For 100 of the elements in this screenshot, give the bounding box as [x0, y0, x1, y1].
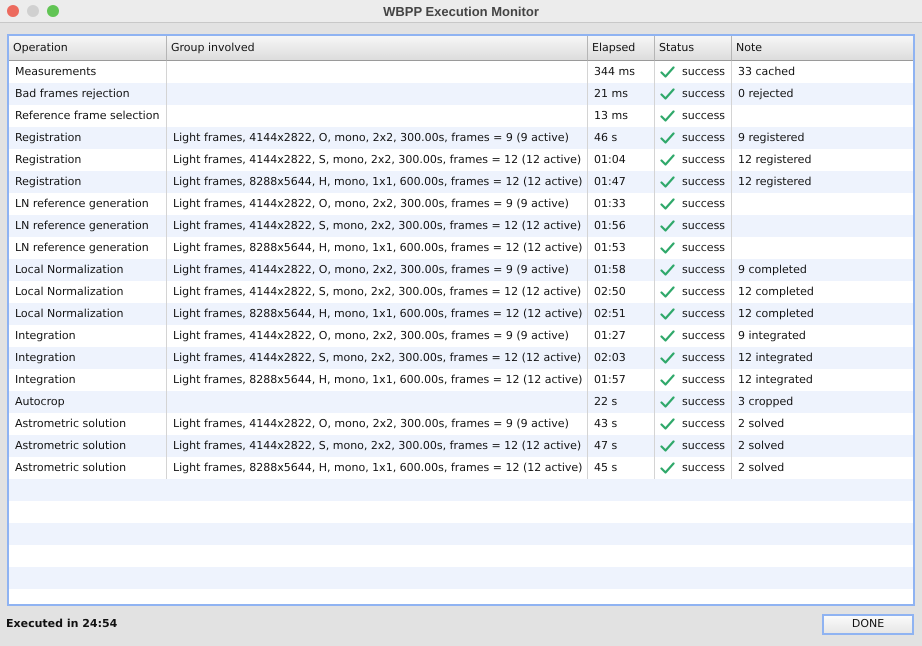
elapsed-cell-text: 01:04 — [594, 152, 626, 168]
elapsed-cell-text: 47 s — [594, 438, 618, 454]
note-cell-text: 12 completed — [738, 284, 814, 300]
group-cell-text: Light frames, 4144x2822, S, mono, 2x2, 300.00s, frames = 12 (12 active) — [173, 152, 582, 168]
checkmark-icon — [660, 176, 675, 188]
status-text: success — [682, 350, 726, 366]
operation-cell-text: LN reference generation — [15, 240, 149, 256]
column-header[interactable]: Status — [655, 36, 732, 61]
column-header[interactable]: Operation — [9, 36, 167, 61]
operation-cell-text: Astrometric solution — [15, 416, 126, 432]
elapsed-cell-text: 01:57 — [594, 372, 626, 388]
status-text: success — [682, 174, 726, 190]
checkmark-icon — [660, 66, 675, 78]
group-cell-text: Light frames, 4144x2822, S, mono, 2x2, 300.00s, frames = 12 (12 active) — [173, 218, 582, 234]
elapsed-cell-text: 01:53 — [594, 240, 626, 256]
operation-cell-text: Registration — [15, 174, 82, 190]
status-text: success — [682, 372, 726, 388]
group-cell-text: Light frames, 4144x2822, S, mono, 2x2, 300.00s, frames = 12 (12 active) — [173, 350, 582, 366]
elapsed-cell-text: 46 s — [594, 130, 618, 146]
done-button[interactable]: DONE — [822, 614, 914, 634]
elapsed-cell-text: 01:27 — [594, 328, 626, 344]
checkmark-icon — [660, 352, 675, 364]
note-cell-text: 12 registered — [738, 152, 812, 168]
checkmark-icon — [660, 264, 675, 276]
group-cell-text: Light frames, 8288x5644, H, mono, 1x1, 600.00s, frames = 12 (12 active) — [173, 460, 582, 476]
checkmark-icon — [660, 88, 675, 100]
status-text: success — [682, 460, 726, 476]
checkmark-icon — [660, 308, 675, 320]
elapsed-cell-text: 02:50 — [594, 284, 626, 300]
operation-cell-text: Astrometric solution — [15, 438, 126, 454]
operation-cell-text: Local Normalization — [15, 306, 124, 322]
checkmark-icon — [660, 462, 675, 474]
operation-cell-text: LN reference generation — [15, 196, 149, 212]
group-cell-text: Light frames, 8288x5644, H, mono, 1x1, 600.00s, frames = 12 (12 active) — [173, 174, 582, 190]
note-cell-text: 12 integrated — [738, 350, 813, 366]
window-title: WBPP Execution Monitor — [383, 2, 539, 21]
note-cell-text: 9 registered — [738, 130, 804, 146]
checkmark-icon — [660, 220, 675, 232]
checkmark-icon — [660, 110, 675, 122]
note-cell-text: 12 registered — [738, 174, 812, 190]
operation-cell-text: LN reference generation — [15, 218, 149, 234]
note-cell-text: 12 integrated — [738, 372, 813, 388]
elapsed-cell-text: 01:33 — [594, 196, 626, 212]
operation-cell-text: Integration — [15, 328, 76, 344]
column-header[interactable]: Group involved — [167, 36, 588, 61]
group-cell-text: Light frames, 4144x2822, O, mono, 2x2, 300.00s, frames = 9 (9 active) — [173, 130, 569, 146]
elapsed-cell-text: 01:47 — [594, 174, 626, 190]
zoom-button[interactable] — [47, 5, 59, 17]
operation-cell-text: Registration — [15, 152, 82, 168]
note-cell-text: 33 cached — [738, 64, 796, 80]
status-text: success — [682, 262, 726, 278]
elapsed-cell-text: 45 s — [594, 460, 618, 476]
checkmark-icon — [660, 440, 675, 452]
group-cell-text: Light frames, 8288x5644, H, mono, 1x1, 600.00s, frames = 12 (12 active) — [173, 372, 582, 388]
note-cell-text: 2 solved — [738, 416, 784, 432]
checkmark-icon — [660, 396, 675, 408]
note-cell-text: 2 solved — [738, 438, 784, 454]
status-text: success — [682, 218, 726, 234]
execution-summary: Executed in 24:54 — [6, 616, 118, 632]
checkmark-icon — [660, 242, 675, 254]
column-header[interactable]: Elapsed — [588, 36, 655, 61]
group-cell-text: Light frames, 4144x2822, O, mono, 2x2, 300.00s, frames = 9 (9 active) — [173, 196, 569, 212]
elapsed-cell-text: 01:58 — [594, 262, 626, 278]
operation-cell-text: Bad frames rejection — [15, 86, 130, 102]
elapsed-cell-text: 01:56 — [594, 218, 626, 234]
note-cell-text: 3 cropped — [738, 394, 794, 410]
minimize-button[interactable] — [27, 5, 39, 17]
status-text: success — [682, 438, 726, 454]
close-button[interactable] — [7, 5, 19, 17]
status-text: success — [682, 284, 726, 300]
operation-cell-text: Local Normalization — [15, 284, 124, 300]
note-cell-text: 9 completed — [738, 262, 807, 278]
elapsed-cell-text: 344 ms — [594, 64, 635, 80]
status-text: success — [682, 108, 726, 124]
checkmark-icon — [660, 198, 675, 210]
note-cell-text: 9 integrated — [738, 328, 806, 344]
operation-cell-text: Autocrop — [15, 394, 65, 410]
group-cell-text: Light frames, 8288x5644, H, mono, 1x1, 600.00s, frames = 12 (12 active) — [173, 306, 582, 322]
operation-cell-text: Reference frame selection — [15, 108, 160, 124]
group-cell-text: Light frames, 4144x2822, O, mono, 2x2, 300.00s, frames = 9 (9 active) — [173, 328, 569, 344]
checkmark-icon — [660, 330, 675, 342]
status-text: success — [682, 64, 726, 80]
status-text: success — [682, 328, 726, 344]
status-text: success — [682, 86, 726, 102]
operation-cell-text: Registration — [15, 130, 82, 146]
operation-cell-text: Integration — [15, 372, 76, 388]
elapsed-cell-text: 43 s — [594, 416, 618, 432]
elapsed-cell-text: 21 ms — [594, 86, 628, 102]
elapsed-cell-text: 13 ms — [594, 108, 628, 124]
status-text: success — [682, 130, 726, 146]
operation-cell-text: Astrometric solution — [15, 460, 126, 476]
note-cell-text: 2 solved — [738, 460, 784, 476]
status-text: success — [682, 152, 726, 168]
status-text: success — [682, 196, 726, 212]
status-text: success — [682, 416, 726, 432]
group-cell-text: Light frames, 4144x2822, O, mono, 2x2, 300.00s, frames = 9 (9 active) — [173, 416, 569, 432]
column-header[interactable]: Note — [732, 36, 913, 61]
status-text: success — [682, 306, 726, 322]
checkmark-icon — [660, 132, 675, 144]
elapsed-cell-text: 02:51 — [594, 306, 626, 322]
